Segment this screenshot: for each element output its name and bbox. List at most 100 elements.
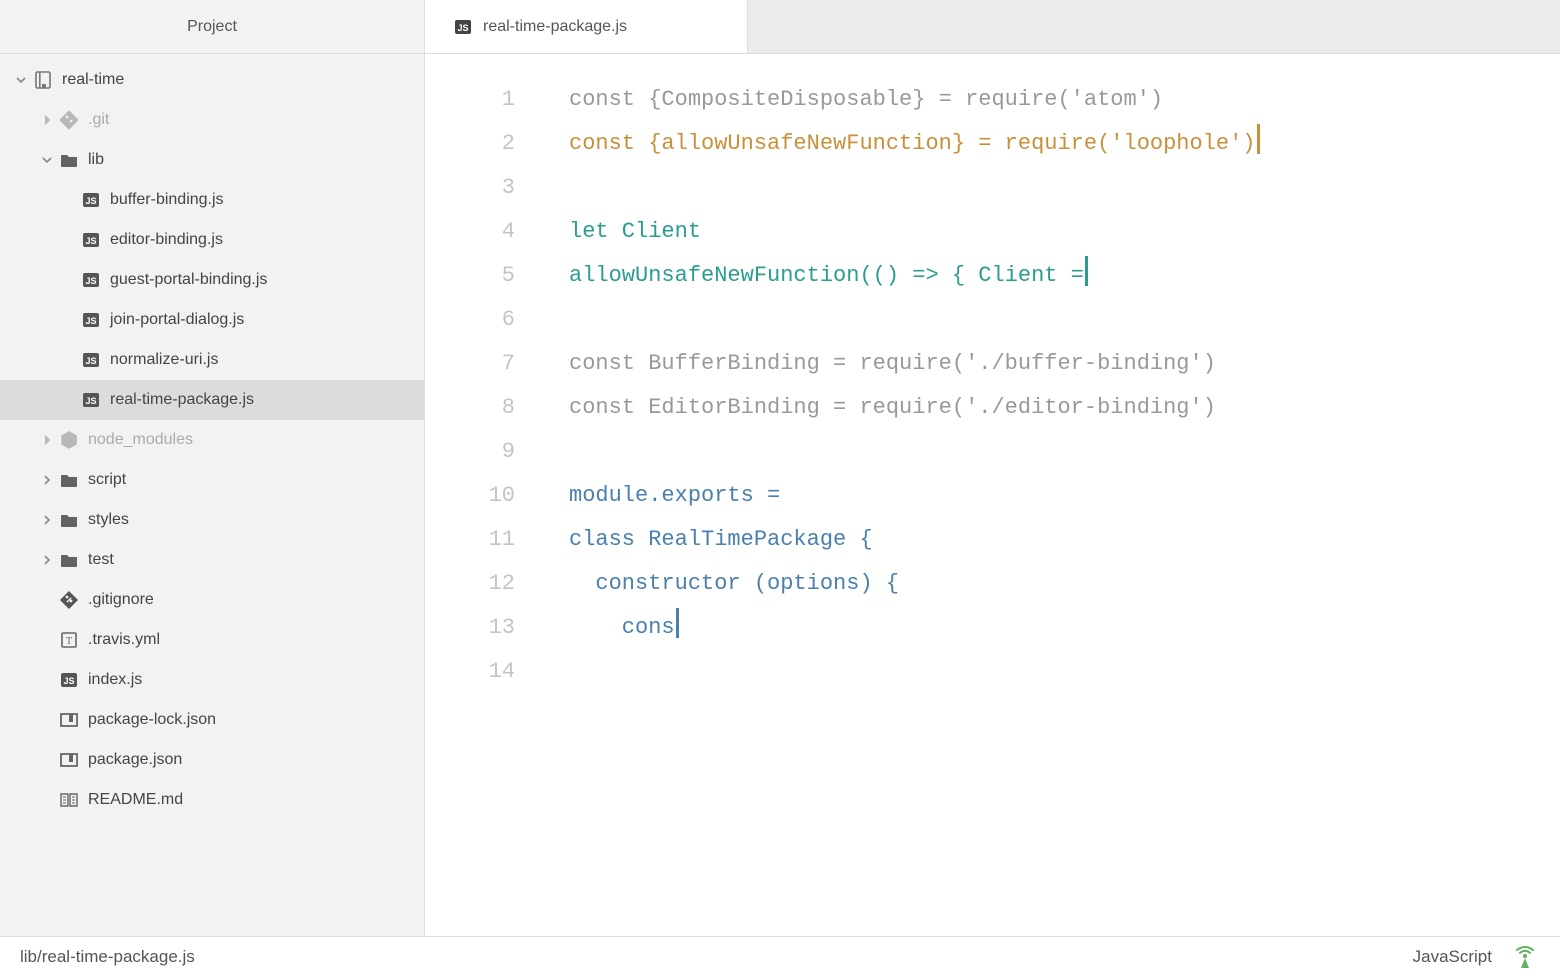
tree-item-file[interactable]: JS guest-portal-binding.js [0,260,424,300]
tree-label: real-time [62,71,124,89]
tree-label: package.json [88,751,182,769]
git-icon [58,589,80,611]
tree-label: guest-portal-binding.js [110,271,267,289]
line-number: 5 [425,254,515,298]
code-line[interactable] [569,650,1560,694]
line-number: 1 [425,78,515,122]
npm-icon [58,749,80,771]
code-line[interactable] [569,166,1560,210]
folder-icon [58,469,80,491]
editor-pane: JS real-time-package.js 1234567891011121… [425,0,1560,936]
tree-item-folder[interactable]: styles [0,500,424,540]
tree-item-file[interactable]: README.md [0,780,424,820]
tree-item-file[interactable]: JS join-portal-dialog.js [0,300,424,340]
status-file-path[interactable]: lib/real-time-package.js [20,947,195,967]
project-sidebar: Project real-time .gi [0,0,425,936]
svg-text:JS: JS [63,676,74,686]
svg-text:JS: JS [85,276,96,286]
tree-label: buffer-binding.js [110,191,224,209]
tree-item-file[interactable]: package-lock.json [0,700,424,740]
code-line[interactable]: cons [569,606,1560,650]
tree-item-lib[interactable]: lib [0,140,424,180]
tree-label: README.md [88,791,183,809]
tree-label: .git [88,111,109,129]
tree-item-file[interactable]: JS editor-binding.js [0,220,424,260]
js-file-icon: JS [80,189,102,211]
tree-item-file[interactable]: package.json [0,740,424,780]
code-line[interactable]: const {CompositeDisposable} = require('a… [569,78,1560,122]
tree-label: package-lock.json [88,711,216,729]
line-number: 10 [425,474,515,518]
tree-item-file[interactable]: T .travis.yml [0,620,424,660]
tree-label: join-portal-dialog.js [110,311,244,329]
code-line[interactable]: let Client [569,210,1560,254]
line-number: 12 [425,562,515,606]
js-file-icon: JS [453,17,473,37]
js-file-icon: JS [80,229,102,251]
repo-icon [32,69,54,91]
chevron-right-icon[interactable] [40,115,54,125]
tree-item-file[interactable]: JS buffer-binding.js [0,180,424,220]
cursor [1085,256,1088,286]
tree-label: normalize-uri.js [110,351,218,369]
code-line[interactable]: const {allowUnsafeNewFunction} = require… [569,122,1560,166]
code-editor[interactable]: 1234567891011121314 const {CompositeDisp… [425,54,1560,936]
tree-item-folder[interactable]: test [0,540,424,580]
tree-label: script [88,471,126,489]
tree-label: test [88,551,114,569]
svg-text:T: T [66,636,72,647]
line-number: 7 [425,342,515,386]
tree-item-file[interactable]: .gitignore [0,580,424,620]
tab-bar[interactable]: JS real-time-package.js [425,0,1560,54]
tree-label: .travis.yml [88,631,160,649]
js-file-icon: JS [58,669,80,691]
chevron-right-icon[interactable] [40,435,54,445]
chevron-down-icon[interactable] [14,75,28,85]
cursor [1257,124,1260,154]
js-file-icon: JS [80,309,102,331]
main-area: Project real-time .gi [0,0,1560,936]
tree-label: lib [88,151,104,169]
line-number: 13 [425,606,515,650]
tree-item-node-modules[interactable]: node_modules [0,420,424,460]
code-line[interactable]: constructor (options) { [569,562,1560,606]
tree-item-file[interactable]: JS real-time-package.js [0,380,424,420]
js-file-icon: JS [80,269,102,291]
code-line[interactable]: const EditorBinding = require('./editor-… [569,386,1560,430]
code-line[interactable]: const BufferBinding = require('./buffer-… [569,342,1560,386]
tree-item-file[interactable]: JS normalize-uri.js [0,340,424,380]
svg-text:JS: JS [457,23,468,33]
tab-active[interactable]: JS real-time-package.js [425,0,748,53]
tree-item-file[interactable]: JS index.js [0,660,424,700]
code-line[interactable]: allowUnsafeNewFunction(() => { Client = [569,254,1560,298]
chevron-right-icon[interactable] [40,475,54,485]
svg-text:JS: JS [85,396,96,406]
code-line[interactable]: class RealTimePackage { [569,518,1560,562]
tree-root[interactable]: real-time [0,60,424,100]
file-tree[interactable]: real-time .git lib [0,54,424,936]
line-number: 3 [425,166,515,210]
line-number: 9 [425,430,515,474]
svg-text:JS: JS [85,196,96,206]
teletype-icon[interactable] [1510,942,1540,972]
code-area[interactable]: const {CompositeDisposable} = require('a… [533,78,1560,936]
code-line[interactable] [569,430,1560,474]
chevron-right-icon[interactable] [40,515,54,525]
git-icon [58,109,80,131]
folder-icon [58,509,80,531]
tree-label: styles [88,511,129,529]
line-number: 2 [425,122,515,166]
chevron-right-icon[interactable] [40,555,54,565]
tree-item-folder[interactable]: script [0,460,424,500]
code-line[interactable]: module.exports = [569,474,1560,518]
svg-text:JS: JS [85,236,96,246]
line-number: 11 [425,518,515,562]
line-number: 4 [425,210,515,254]
tree-item-git[interactable]: .git [0,100,424,140]
tree-label: real-time-package.js [110,391,254,409]
status-language[interactable]: JavaScript [1413,947,1492,967]
js-file-icon: JS [80,349,102,371]
chevron-down-icon[interactable] [40,155,54,165]
svg-text:JS: JS [85,356,96,366]
code-line[interactable] [569,298,1560,342]
